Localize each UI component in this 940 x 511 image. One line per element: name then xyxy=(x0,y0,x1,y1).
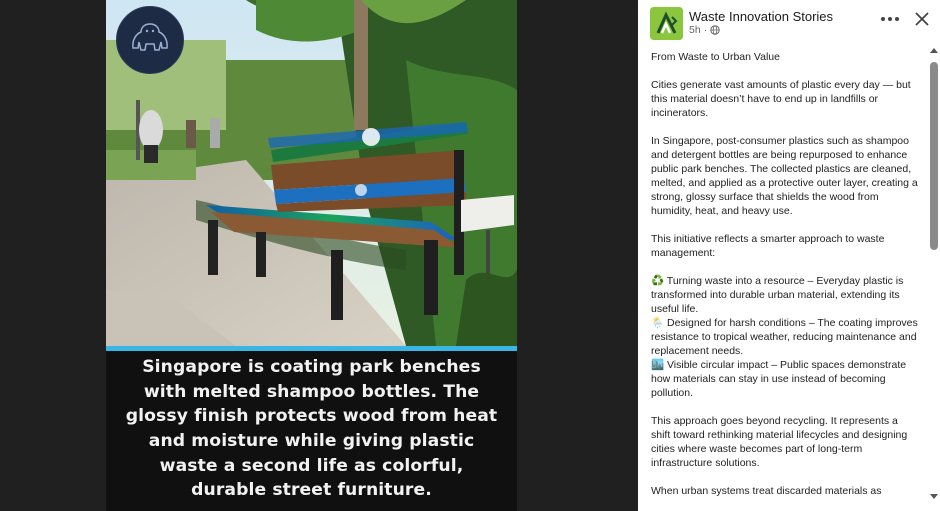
more-options-button[interactable] xyxy=(879,9,901,29)
scrollbar[interactable] xyxy=(928,44,940,511)
image-caption: Singapore is coating park benches with m… xyxy=(125,357,498,501)
recycle-logo-icon xyxy=(650,7,683,40)
scroll-up-arrow-icon[interactable] xyxy=(930,48,938,53)
scroll-down-arrow-icon[interactable] xyxy=(930,494,938,499)
close-icon xyxy=(915,12,929,26)
post-meta: 5h · xyxy=(689,24,720,36)
gorilla-logo-badge xyxy=(116,6,184,74)
post-paragraph: From Waste to Urban Value xyxy=(651,51,780,63)
post-panel: Waste Innovation Stories 5h · From Waste… xyxy=(638,0,940,511)
scrollbar-thumb[interactable] xyxy=(930,62,938,250)
post-list-paragraph: ♻️ Turning waste into a resource – Every… xyxy=(651,275,918,399)
globe-icon xyxy=(710,25,720,35)
more-icon xyxy=(881,17,899,21)
image-viewer: Singapore is coating park benches with m… xyxy=(0,0,638,511)
page-avatar[interactable] xyxy=(650,7,683,40)
post-text-scroll-area[interactable]: From Waste to Urban Value Cities generat… xyxy=(638,50,928,511)
post-paragraph: This approach goes beyond recycling. It … xyxy=(651,415,908,469)
post-time[interactable]: 5h xyxy=(689,24,701,36)
author-name[interactable]: Waste Innovation Stories xyxy=(689,9,833,24)
caption-panel: Singapore is coating park benches with m… xyxy=(106,351,517,511)
gorilla-icon xyxy=(132,23,168,51)
close-button[interactable] xyxy=(911,8,933,30)
post-paragraph: This initiative reflects a smarter appro… xyxy=(651,233,885,259)
post-header: Waste Innovation Stories 5h · xyxy=(638,0,940,44)
post-paragraph: In Singapore, post-consumer plastics suc… xyxy=(651,135,918,217)
post-image[interactable]: Singapore is coating park benches with m… xyxy=(106,0,517,511)
post-body: From Waste to Urban Value Cities generat… xyxy=(651,50,918,498)
meta-dot: · xyxy=(703,24,708,36)
post-paragraph: Cities generate vast amounts of plastic … xyxy=(651,79,911,119)
post-paragraph: When urban systems treat discarded mater… xyxy=(651,485,882,497)
